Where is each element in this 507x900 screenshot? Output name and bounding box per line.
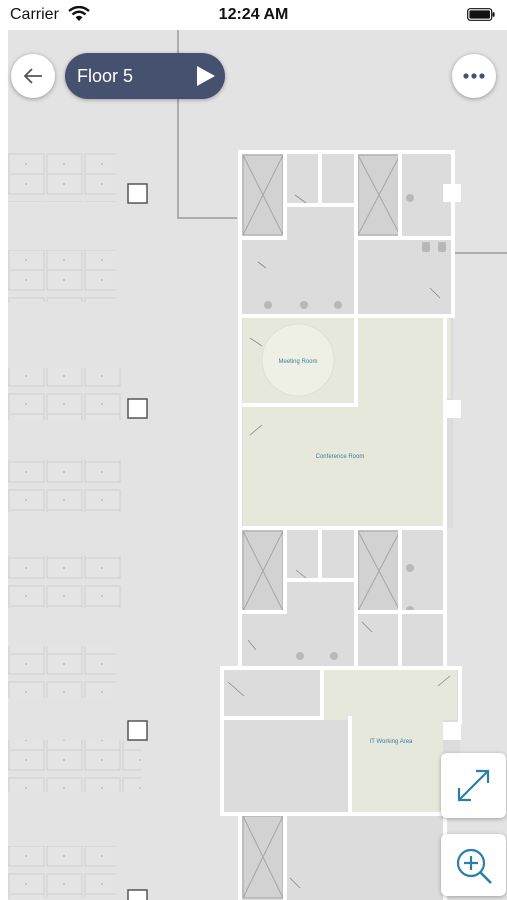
- floor-selector[interactable]: Floor 5: [65, 53, 225, 99]
- ellipsis-icon: [463, 73, 485, 79]
- floor-label: Floor 5: [77, 66, 134, 86]
- room-label-conference-room: Conference Room: [316, 454, 365, 460]
- back-button[interactable]: [11, 54, 55, 98]
- expand-arrows-icon: [457, 769, 490, 802]
- status-bar: Carrier 12:24 AM: [0, 0, 507, 30]
- expand-button[interactable]: [441, 753, 506, 818]
- battery-icon: [467, 8, 495, 21]
- floor-plan-map[interactable]: Meeting Room Conference Room IT Working …: [0, 30, 507, 900]
- room-label-meeting-room: Meeting Room: [278, 359, 317, 365]
- more-options-button[interactable]: [452, 54, 496, 98]
- play-icon[interactable]: [197, 66, 215, 86]
- map-left-edge: [0, 30, 8, 900]
- arrow-left-icon: [23, 68, 42, 84]
- status-time: 12:24 AM: [218, 6, 289, 23]
- room-label-it-working-area: IT Working Area: [370, 739, 413, 745]
- zoom-in-icon: [456, 848, 492, 884]
- building-core: Meeting Room Conference Room IT Working …: [220, 150, 462, 900]
- zoom-in-button[interactable]: [441, 834, 506, 896]
